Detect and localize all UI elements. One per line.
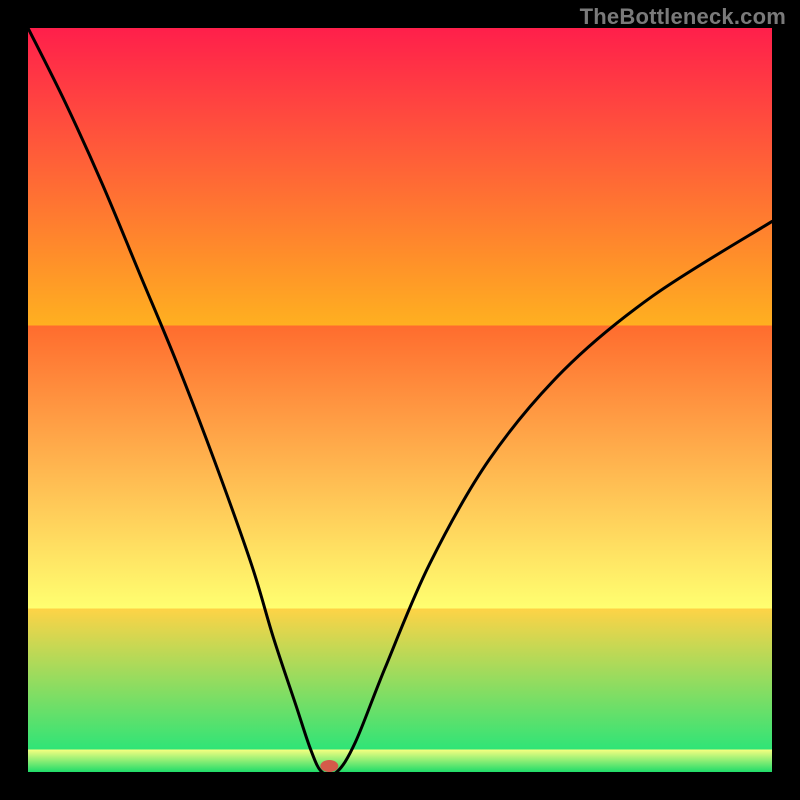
- chart-plot-area: [28, 28, 772, 772]
- watermark-text: TheBottleneck.com: [580, 4, 786, 30]
- chart-svg: [28, 28, 772, 772]
- chart-frame: TheBottleneck.com: [0, 0, 800, 800]
- optimal-point-marker: [320, 760, 338, 772]
- chart-background-gradient: [28, 28, 772, 772]
